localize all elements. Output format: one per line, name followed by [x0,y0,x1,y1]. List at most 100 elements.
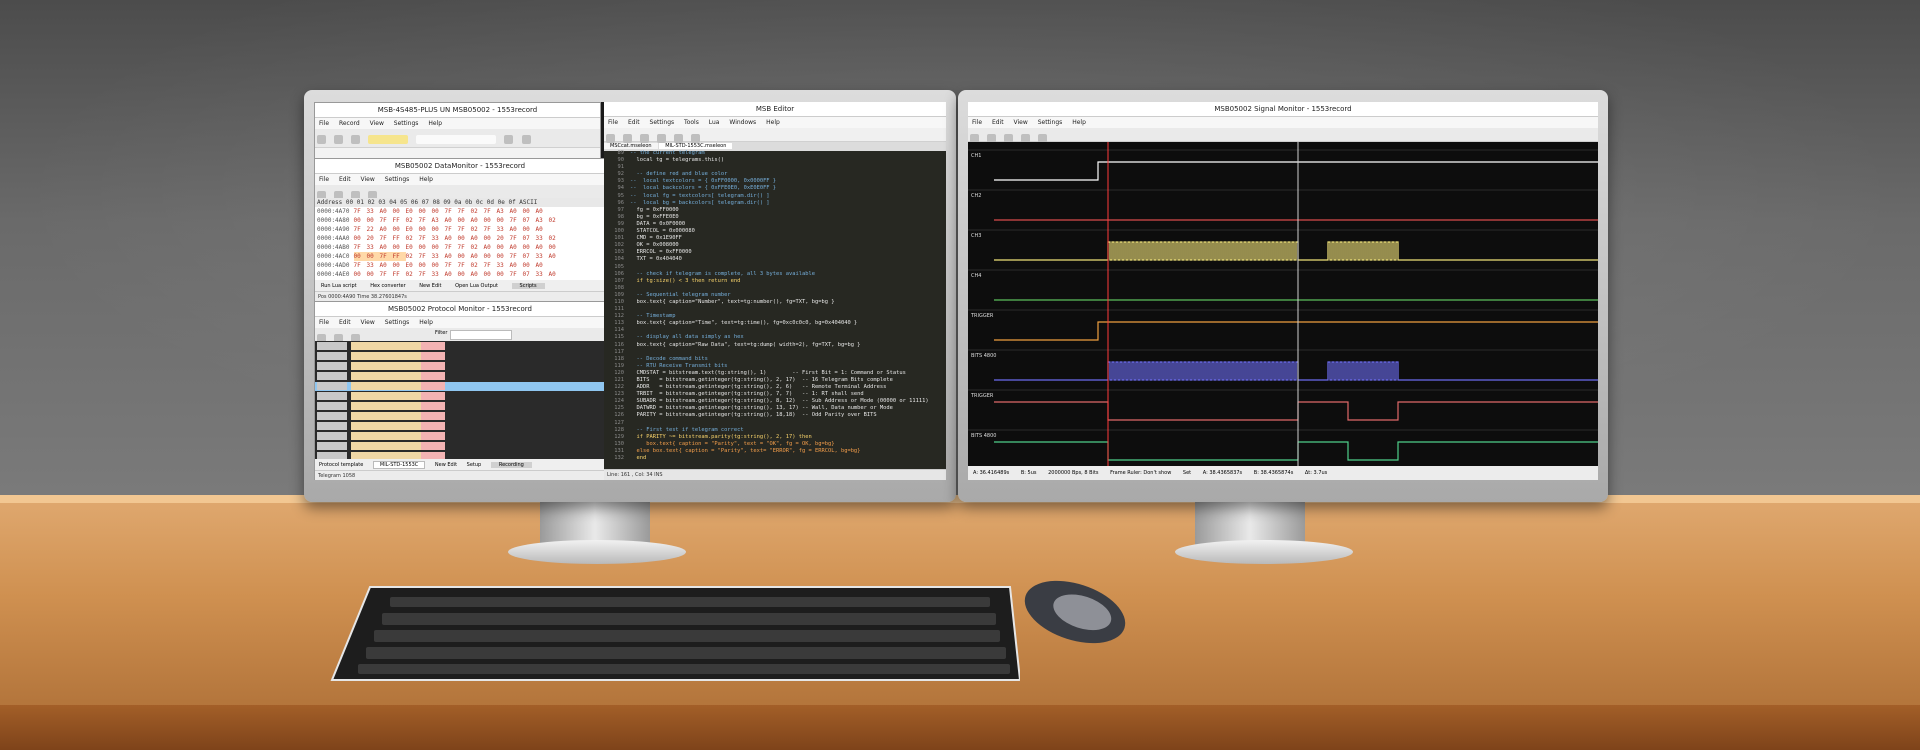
hex-byte[interactable]: 00 [484,252,497,261]
hex-byte[interactable]: 33 [367,207,380,216]
menu-view[interactable]: View [361,176,375,183]
hex-row[interactable]: 0000:4AA0 00 20 7F FF 02 7F 33 A0 00 A0 00 20 7F 07 33 0… [315,234,605,243]
hex-byte[interactable]: 33 [536,234,549,243]
hex-byte[interactable]: 00 [354,216,367,225]
hex-byte[interactable]: 20 [367,234,380,243]
scripts-button[interactable]: Scripts [511,283,545,289]
hex-byte[interactable]: 00 [458,270,471,279]
hex-byte[interactable]: 00 [432,207,445,216]
save-icon[interactable] [640,134,650,143]
hex-byte[interactable]: 00 [354,270,367,279]
hex-byte[interactable]: 7F [445,207,458,216]
hex-byte[interactable]: 00 [354,234,367,243]
protocol-row[interactable] [315,442,605,451]
protocol-row[interactable] [315,382,605,391]
hex-byte[interactable]: A0 [380,261,393,270]
hex-byte[interactable]: A0 [484,243,497,252]
hex-byte[interactable]: 33 [536,252,549,261]
hex-byte[interactable]: 00 [523,225,536,234]
hex-byte[interactable]: 7F [354,207,367,216]
hex-byte[interactable]: 7F [458,261,471,270]
hex-byte[interactable]: 7F [379,252,393,261]
menu-settings[interactable]: Settings [394,120,419,127]
protocol-row[interactable] [315,402,605,411]
hex-byte[interactable]: 7F [380,234,393,243]
hex-byte[interactable]: 02 [471,243,484,252]
hex-byte[interactable]: A0 [380,207,393,216]
protocol-row[interactable] [315,342,605,351]
menu-tools[interactable]: Tools [684,119,699,126]
hex-byte[interactable]: A0 [471,216,484,225]
hex-byte[interactable]: A0 [445,216,458,225]
menu-file[interactable]: File [319,319,329,326]
hex-byte[interactable]: 00 [458,252,471,261]
hex-byte[interactable]: 00 [419,225,432,234]
hex-byte[interactable]: 7F [380,216,393,225]
protocol-row[interactable] [315,452,605,459]
hex-byte[interactable]: 00 [458,216,471,225]
hex-byte[interactable]: A0 [549,252,562,261]
hex-byte[interactable]: 00 [523,207,536,216]
hex-byte[interactable]: 7F [419,216,432,225]
hex-byte[interactable]: A0 [510,207,523,216]
run-lua-button[interactable]: Run Lua script [321,283,357,289]
hex-byte[interactable]: 00 [523,243,536,252]
hex-byte[interactable]: 00 [393,243,406,252]
hex-byte[interactable]: 20 [497,234,510,243]
hex-byte[interactable]: 00 [497,216,510,225]
hex-byte[interactable]: 7F [354,261,367,270]
filter-input[interactable] [450,330,512,340]
hex-byte[interactable]: 02 [549,234,562,243]
menu-settings[interactable]: Settings [385,176,410,183]
hex-byte[interactable]: 00 [497,252,510,261]
protocol-row[interactable] [315,362,605,371]
hex-byte[interactable]: E0 [406,243,419,252]
hex-row[interactable]: 0000:4AD0 7F 33 A0 00 E0 00 00 7F 7F 02 7F 33 A0 00 A0 [315,261,605,270]
protocol-row[interactable] [315,352,605,361]
hex-row[interactable]: 0000:4A90 7F 22 A0 00 E0 00 00 7F 7F 02 7F 33 A0 00 A0 [315,225,605,234]
hex-byte[interactable]: 00 [432,243,445,252]
hex-byte[interactable]: FF [393,270,406,279]
hex-byte[interactable]: A0 [445,252,458,261]
hex-row[interactable]: 0000:4A70 7F 33 A0 00 E0 00 00 7F 7F 02 7F A3 A0 00 A0 [315,207,605,216]
hex-byte[interactable]: 7F [354,225,367,234]
hex-byte[interactable]: 00 [497,243,510,252]
hex-byte[interactable]: 00 [367,216,380,225]
hex-byte[interactable]: 00 [419,243,432,252]
hex-byte[interactable]: 7F [419,252,432,261]
hex-byte[interactable]: 00 [393,261,406,270]
menu-settings[interactable]: Settings [1038,119,1063,126]
menu-help[interactable]: Help [419,319,433,326]
hex-byte[interactable]: 00 [484,270,497,279]
hex-byte[interactable]: 00 [484,216,497,225]
menu-help[interactable]: Help [428,120,442,127]
menu-edit[interactable]: Edit [339,319,351,326]
menu-help[interactable]: Help [766,119,780,126]
hex-byte[interactable]: A0 [536,207,549,216]
hex-byte[interactable]: 02 [471,261,484,270]
hex-byte[interactable]: 7F [419,234,432,243]
hex-byte[interactable]: 7F [510,216,523,225]
hex-byte[interactable]: 7F [484,225,497,234]
hex-byte[interactable]: A0 [471,270,484,279]
hex-byte[interactable]: A0 [471,252,484,261]
menu-windows[interactable]: Windows [729,119,756,126]
hex-byte[interactable]: 02 [406,270,419,279]
menu-record[interactable]: Record [339,120,360,127]
menu-view[interactable]: View [1014,119,1028,126]
hex-byte[interactable]: 33 [432,234,445,243]
menu-edit[interactable]: Edit [339,176,351,183]
hex-byte[interactable]: 07 [523,216,536,225]
hex-byte[interactable]: E0 [406,261,419,270]
hex-byte[interactable]: FF [393,216,406,225]
hex-byte[interactable]: A0 [536,225,549,234]
stop-button[interactable] [351,135,361,144]
undo-icon[interactable] [674,134,684,143]
hex-byte[interactable]: 00 [484,234,497,243]
hex-byte[interactable]: 7F [510,270,523,279]
hex-byte[interactable]: A0 [549,270,562,279]
hex-byte[interactable]: 00 [393,225,406,234]
hex-row[interactable]: 0000:4AC0 00 00 7F FF 02 7F 33 A0 00 A0 00 00 7F 07 33 A… [315,252,605,261]
search-icon[interactable] [691,134,701,143]
hex-byte[interactable]: 00 [432,225,445,234]
